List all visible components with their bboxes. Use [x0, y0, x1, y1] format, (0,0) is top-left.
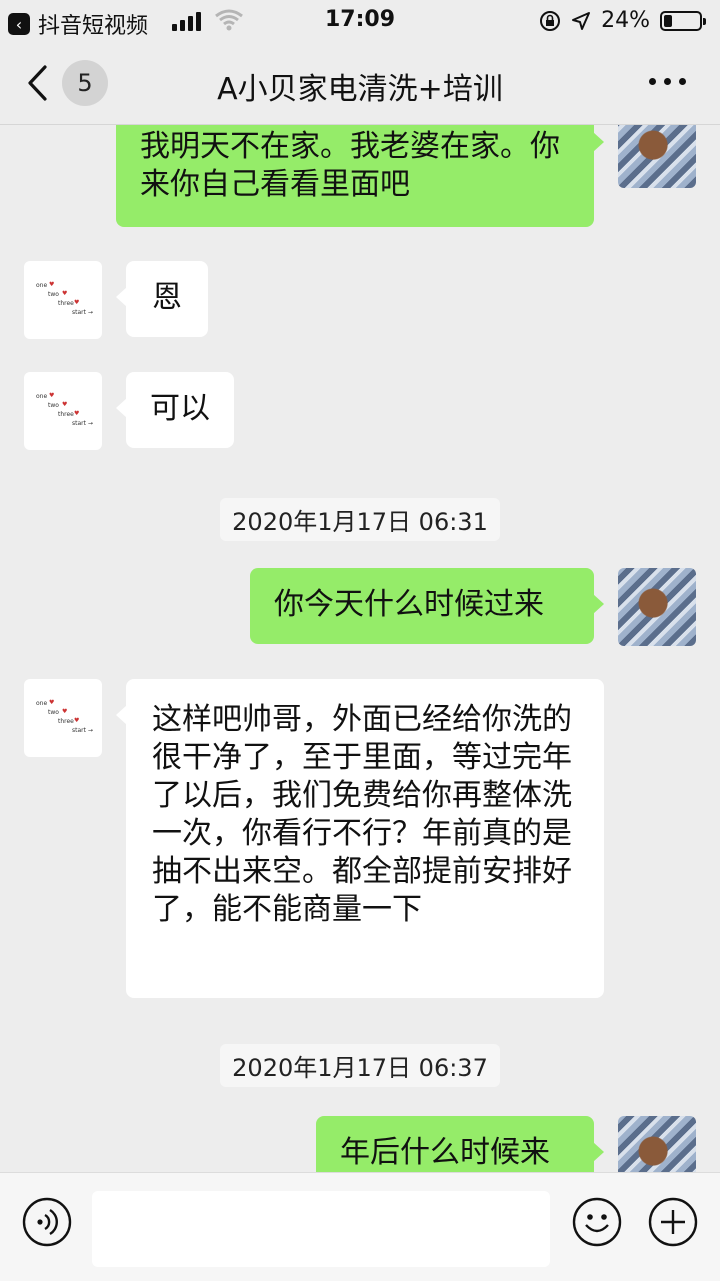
avatar-other[interactable]: one ♥ two ♥ three ♥ start →: [24, 679, 102, 757]
message-bubble-other[interactable]: 恩: [116, 261, 208, 337]
more-icon[interactable]: [649, 78, 686, 85]
avatar-other[interactable]: one ♥ two ♥ three ♥ start →: [24, 372, 102, 450]
input-bar: [0, 1172, 720, 1281]
status-bar: ‹ 抖音短视频 17:09 24%: [0, 0, 720, 40]
timestamp-label: 2020年1月17日 06:31: [220, 498, 500, 541]
timestamp-label: 2020年1月17日 06:37: [220, 1044, 500, 1087]
message-text: 我明天不在家。我老婆在家。你来你自己看看里面吧: [140, 129, 560, 202]
location-icon: [572, 11, 591, 30]
message-text: 这样吧帅哥，外面已经给你洗的很干净了，至于里面，等过完年了以后，我们免费给你再整…: [152, 702, 572, 927]
plus-icon[interactable]: [648, 1197, 698, 1247]
timestamp: 2020年1月17日 06:37: [0, 1044, 720, 1087]
message-text: 可以: [150, 391, 210, 426]
avatar-self[interactable]: [618, 1116, 696, 1172]
message-list[interactable]: 我明天不在家。我老婆在家。你来你自己看看里面吧 one ♥ two ♥ thre…: [0, 124, 720, 1172]
emoji-icon[interactable]: [572, 1197, 622, 1247]
battery-fill: [664, 14, 672, 27]
timestamp: 2020年1月17日 06:31: [0, 498, 720, 541]
battery-icon: [660, 10, 706, 31]
message-bubble-other[interactable]: 这样吧帅哥，外面已经给你洗的很干净了，至于里面，等过完年了以后，我们免费给你再整…: [116, 679, 604, 998]
voice-icon[interactable]: [22, 1197, 72, 1247]
message-bubble-self[interactable]: 我明天不在家。我老婆在家。你来你自己看看里面吧: [116, 124, 604, 227]
message-input[interactable]: [92, 1191, 550, 1267]
rotation-lock-icon: [540, 10, 561, 31]
chat-header: 5 A小贝家电清洗+培训: [0, 40, 720, 125]
avatar-self[interactable]: [618, 568, 696, 646]
message-bubble-self[interactable]: 你今天什么时候过来: [250, 568, 604, 644]
message-bubble-self[interactable]: 年后什么时候来: [316, 1116, 604, 1172]
battery-percent: 24%: [601, 8, 650, 33]
chat-title: A小贝家电清洗+培训: [217, 72, 503, 107]
avatar-self[interactable]: [618, 124, 696, 188]
avatar-other[interactable]: one ♥ two ♥ three ♥ start →: [24, 261, 102, 339]
message-text: 恩: [152, 280, 182, 315]
message-text: 你今天什么时候过来: [274, 587, 544, 622]
message-bubble-other[interactable]: 可以: [116, 372, 234, 448]
message-text: 年后什么时候来: [340, 1135, 550, 1170]
